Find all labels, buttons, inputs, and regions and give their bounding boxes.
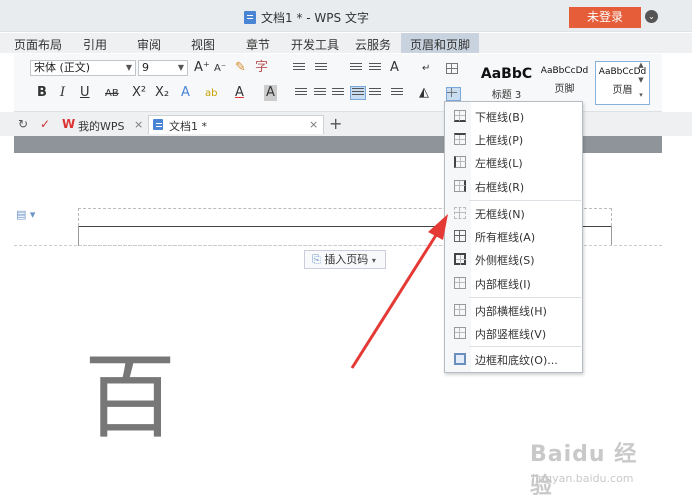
arrow-head bbox=[428, 214, 448, 240]
annotation-arrow bbox=[350, 214, 448, 369]
baidu-watermark: Baidu 经验 jingyan.baidu.com bbox=[530, 442, 638, 499]
arrow-shaft bbox=[350, 231, 440, 369]
